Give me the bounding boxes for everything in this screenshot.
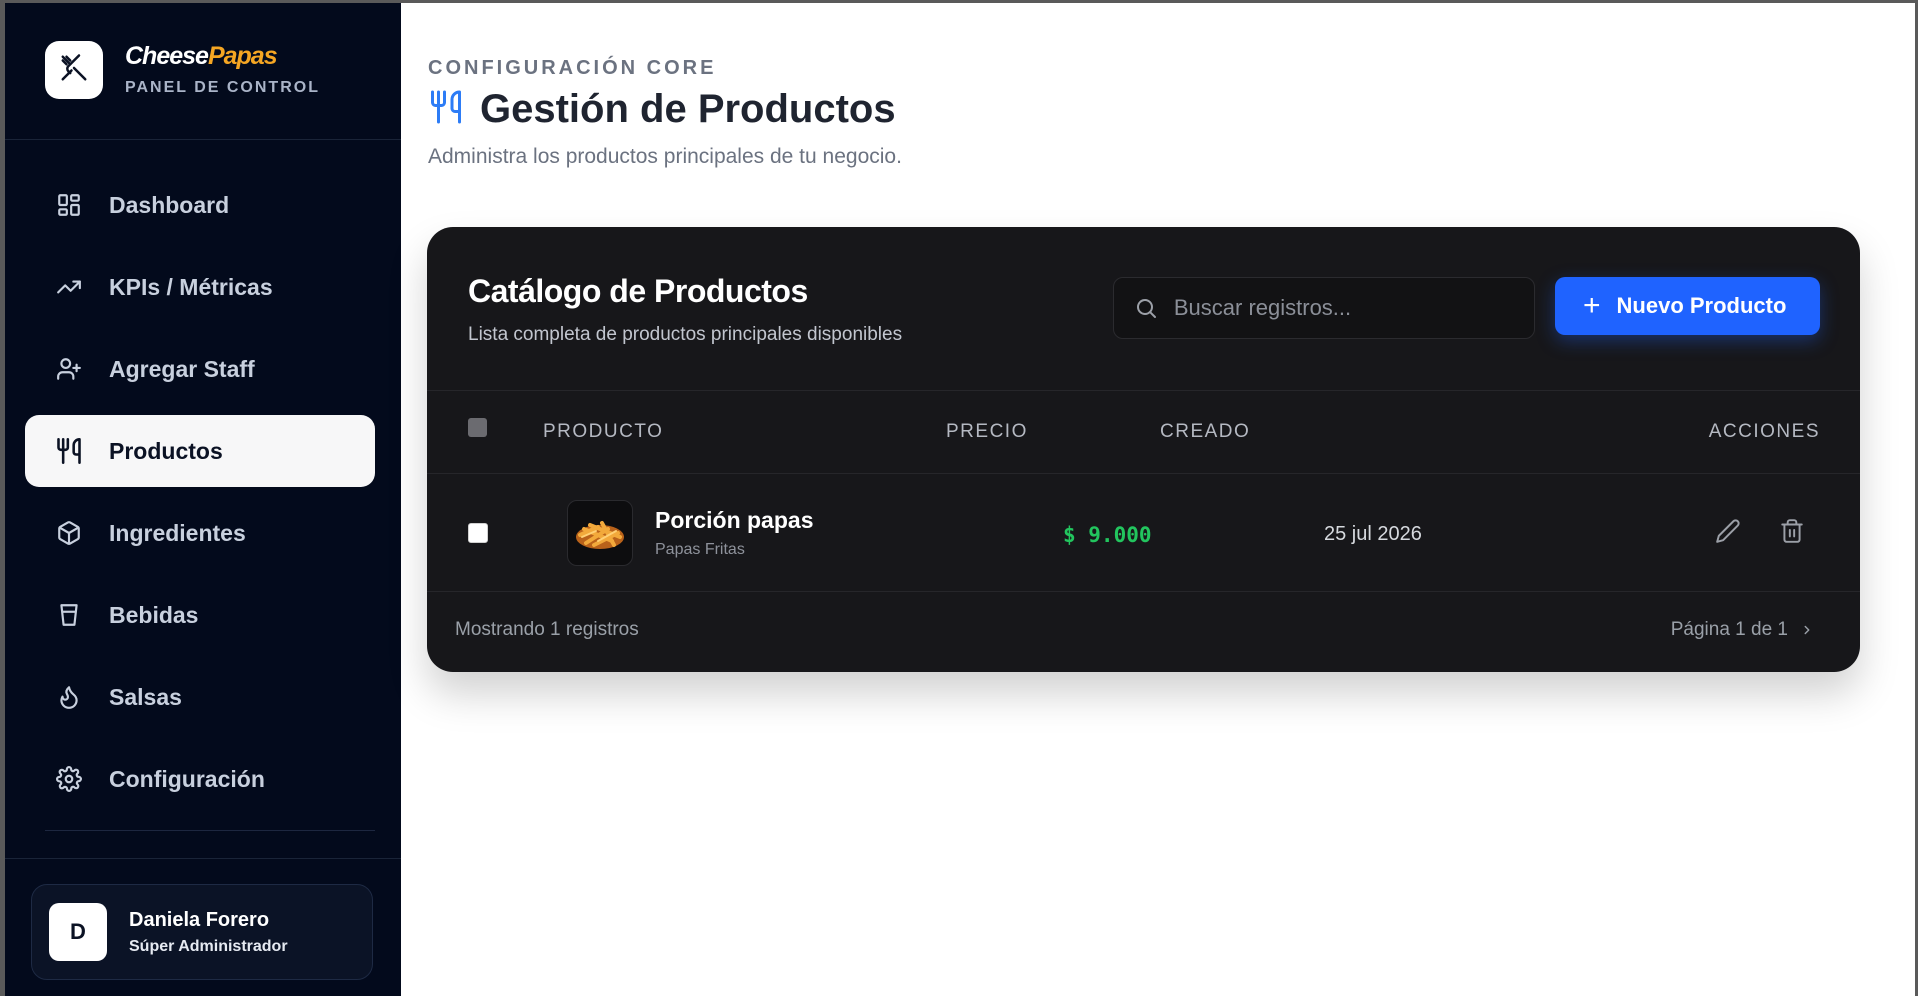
column-header-producto[interactable]: PRODUCTO <box>543 421 663 443</box>
sidebar-item-configuracion[interactable]: Configuración <box>25 743 375 815</box>
dashboard-grid-icon <box>51 187 87 223</box>
pencil-icon <box>1716 519 1740 543</box>
sidebar-item-bebidas[interactable]: Bebidas <box>25 579 375 651</box>
trending-up-icon <box>51 269 87 305</box>
column-header-acciones: ACCIONES <box>1708 421 1820 442</box>
user-name: Daniela Forero <box>129 908 270 931</box>
sidebar-item-label: Productos <box>109 437 223 464</box>
brand-name: CheesePapas <box>125 42 278 70</box>
new-product-button[interactable]: + Nuevo Producto <box>1555 277 1820 335</box>
user-plus-icon <box>51 351 87 387</box>
table-row[interactable]: Porción papas Papas Fritas $ 9.000 25 ju… <box>427 473 1860 592</box>
cup-icon <box>51 597 87 633</box>
page-title: Gestión de Productos <box>480 87 896 131</box>
pagination: Página 1 de 1 <box>1671 619 1814 641</box>
search-input[interactable] <box>1171 294 1534 322</box>
plus-icon: + <box>1583 289 1601 322</box>
sidebar-divider <box>45 830 375 831</box>
sidebar-item-ingredientes[interactable]: Ingredientes <box>25 497 375 569</box>
row-checkbox[interactable] <box>468 523 488 543</box>
pagination-label: Página 1 de 1 <box>1670 619 1788 640</box>
page-subtitle: Administra los productos principales de … <box>428 145 902 168</box>
sidebar-nav: Dashboard KPIs / Métricas Agregar Staff … <box>25 169 375 825</box>
flame-icon <box>51 679 87 715</box>
column-header-precio[interactable]: PRECIO <box>946 421 1028 443</box>
page-eyebrow: CONFIGURACIÓN CORE <box>428 57 717 79</box>
trash-icon <box>1781 519 1803 543</box>
sidebar-item-productos[interactable]: Productos <box>25 415 375 487</box>
brand-logo <box>45 41 103 99</box>
delete-button[interactable] <box>1779 518 1807 546</box>
sidebar-divider <box>5 858 401 859</box>
sidebar-item-agregar-staff[interactable]: Agregar Staff <box>25 333 375 405</box>
select-all-checkbox[interactable] <box>468 418 487 437</box>
product-created-date: 25 jul 2026 <box>1324 523 1422 545</box>
sidebar-item-label: Ingredientes <box>109 519 246 546</box>
sidebar-item-salsas[interactable]: Salsas <box>25 661 375 733</box>
new-product-label: Nuevo Producto <box>1616 293 1787 318</box>
sidebar: CheesePapas PANEL DE CONTROL Dashboard K… <box>5 3 401 996</box>
sidebar-item-label: Agregar Staff <box>109 355 255 382</box>
brand[interactable]: CheesePapas PANEL DE CONTROL <box>45 41 320 99</box>
column-header-creado[interactable]: CREADO <box>1160 421 1250 443</box>
brand-subtitle: PANEL DE CONTROL <box>125 79 320 96</box>
catalog-subtitle: Lista completa de productos principales … <box>468 324 903 345</box>
edit-button[interactable] <box>1715 518 1743 546</box>
search-icon <box>1134 295 1160 321</box>
sidebar-item-label: Salsas <box>109 683 182 710</box>
fries-image <box>576 521 624 549</box>
box-icon <box>51 515 87 551</box>
product-thumbnail <box>567 500 633 566</box>
table-header: PRODUCTO PRECIO CREADO ACCIONES <box>427 390 1860 474</box>
records-count: Mostrando 1 registros <box>455 619 639 640</box>
sidebar-item-label: Dashboard <box>109 191 230 218</box>
user-role: Súper Administrador <box>129 937 288 955</box>
user-card[interactable]: D Daniela Forero Súper Administrador <box>31 884 373 980</box>
product-category: Papas Fritas <box>655 541 745 558</box>
chevron-right-icon[interactable] <box>1800 623 1814 637</box>
sidebar-item-kpis[interactable]: KPIs / Métricas <box>25 251 375 323</box>
sidebar-item-label: Bebidas <box>109 601 199 628</box>
search-box[interactable] <box>1113 277 1535 339</box>
gear-icon <box>51 761 87 797</box>
product-name: Porción papas <box>655 507 814 533</box>
products-catalog-card: Catálogo de Productos Lista completa de … <box>427 227 1860 672</box>
utensils-icon <box>428 88 464 131</box>
catalog-title: Catálogo de Productos <box>468 273 808 309</box>
sidebar-item-label: KPIs / Métricas <box>109 273 273 300</box>
main-content: CONFIGURACIÓN CORE Gestión de Productos … <box>401 3 1915 996</box>
avatar: D <box>49 903 107 961</box>
sidebar-item-dashboard[interactable]: Dashboard <box>25 169 375 241</box>
utensils-crossed-icon <box>59 53 89 88</box>
product-price: $ 9.000 <box>1063 523 1152 547</box>
utensils-icon <box>51 433 87 469</box>
sidebar-divider <box>5 139 401 140</box>
sidebar-item-label: Configuración <box>109 765 265 792</box>
